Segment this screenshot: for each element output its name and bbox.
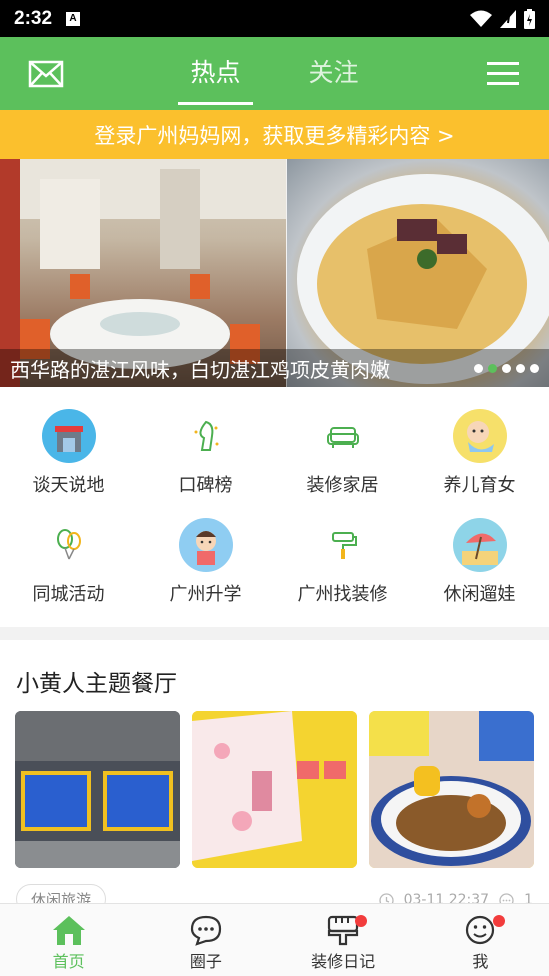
category-label: 谈天说地 (32, 475, 105, 496)
carousel-dot[interactable] (516, 364, 525, 373)
nav-circle[interactable]: 圈子 (137, 904, 274, 976)
category-label: 同城活动 (32, 584, 105, 605)
category-label: 养儿育女 (443, 475, 516, 496)
category-leisure[interactable]: 休闲遛娃 (411, 518, 548, 606)
category-label: 装修家居 (306, 475, 379, 496)
category-label: 广州找装修 (297, 584, 388, 605)
notification-a-icon: A (66, 11, 81, 26)
article-title: 小黄人主题餐厅 (16, 671, 177, 697)
mail-icon[interactable] (28, 59, 64, 89)
profile-icon (466, 915, 495, 945)
balloon-icon (42, 518, 96, 572)
carousel-dot[interactable] (502, 364, 511, 373)
header-tabs: 热点 关注 (178, 53, 371, 105)
nav-me[interactable]: 我 (412, 904, 549, 976)
trophy-icon (179, 409, 233, 463)
sofa-icon (316, 409, 370, 463)
student-icon (178, 518, 233, 572)
article-card[interactable]: 小黄人主题餐厅 休闲旅游 03-11 22:37 1 (0, 640, 549, 914)
carousel-dot-active[interactable] (488, 364, 497, 373)
menu-icon[interactable] (487, 61, 519, 87)
notification-badge (355, 915, 368, 927)
tab-follow[interactable]: 关注 (297, 53, 371, 95)
shop-icon (41, 409, 96, 463)
category-chat[interactable]: 谈天说地 (0, 409, 137, 497)
baby-icon (452, 409, 507, 463)
category-activities[interactable]: 同城活动 (0, 518, 137, 606)
category-parenting[interactable]: 养儿育女 (411, 409, 548, 497)
article-thumbnail (15, 711, 180, 868)
category-home-deco[interactable]: 装修家居 (274, 409, 411, 497)
paint-roller-icon (316, 518, 370, 572)
category-grid: 谈天说地 口碑榜 装修家居 养儿育女 同城活动 广州升学 广州找装修 休闲遛娃 (0, 387, 549, 627)
carousel-dot[interactable] (474, 364, 483, 373)
carousel-dot[interactable] (530, 364, 539, 373)
status-time: 2:32 (14, 7, 53, 29)
category-find-renovation[interactable]: 广州找装修 (274, 518, 411, 606)
notification-badge (492, 915, 505, 927)
bottom-nav: 首页 圈子 装修日记 我 (0, 903, 549, 976)
chat-icon (190, 915, 221, 946)
category-ranking[interactable]: 口碑榜 (137, 409, 274, 497)
login-banner[interactable]: 登录广州妈妈网，获取更多精彩内容 > (0, 110, 549, 159)
beach-umbrella-icon (452, 518, 507, 572)
nav-label: 首页 (52, 952, 85, 971)
carousel-caption-bar: 西华路的湛江风味，白切湛江鸡项皮黄肉嫩 (0, 349, 549, 387)
status-bar: 2:32 A (0, 0, 549, 37)
carousel-dots (474, 364, 539, 373)
category-label: 休闲遛娃 (443, 584, 516, 605)
nav-label: 我 (472, 952, 489, 971)
tab-hot[interactable]: 热点 (178, 53, 253, 105)
article-thumbnail (192, 711, 357, 868)
nav-label: 圈子 (189, 952, 222, 971)
article-thumbnail (369, 711, 534, 868)
nav-label: 装修日记 (311, 952, 376, 971)
signal-icon (500, 9, 516, 28)
category-label: 口碑榜 (178, 475, 233, 496)
nav-home[interactable]: 首页 (0, 904, 137, 976)
wifi-icon (470, 10, 492, 27)
category-label: 广州升学 (169, 584, 242, 605)
login-banner-text: 登录广州妈妈网，获取更多精彩内容 > (94, 123, 455, 148)
home-icon (52, 916, 85, 945)
carousel-caption: 西华路的湛江风味，白切湛江鸡项皮黄肉嫩 (10, 357, 390, 382)
nav-renovation-diary[interactable]: 装修日记 (275, 904, 412, 976)
battery-icon (524, 8, 535, 29)
top-header: 热点 关注 (0, 37, 549, 110)
category-education[interactable]: 广州升学 (137, 518, 274, 606)
carousel[interactable]: 西华路的湛江风味，白切湛江鸡项皮黄肉嫩 (0, 159, 549, 387)
